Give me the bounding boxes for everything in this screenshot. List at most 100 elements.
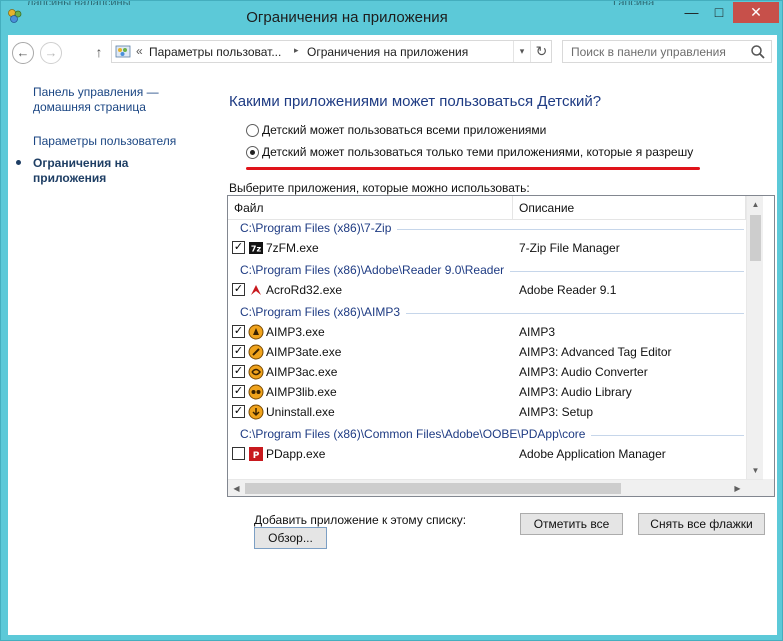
list-item[interactable]: ✓ AIMP3ac.exe AIMP3: Audio Converter [228, 362, 746, 382]
list-item[interactable]: ✓ AIMP3lib.exe AIMP3: Audio Library [228, 382, 746, 402]
address-bar[interactable]: « Параметры пользоват... ▸ Ограничения н… [111, 40, 552, 63]
scroll-thumb[interactable] [245, 483, 621, 494]
column-header-description[interactable]: Описание [519, 201, 574, 215]
maximize-button[interactable]: □ [706, 2, 732, 23]
list-item[interactable]: ✓ 7z 7zFM.exe 7-Zip File Manager [228, 238, 746, 258]
vertical-scrollbar[interactable]: ▲ ▼ [746, 196, 763, 479]
current-page-bullet [16, 160, 21, 165]
app-file-name: AcroRd32.exe [266, 283, 343, 297]
sidebar-item-control-panel-home[interactable]: Панель управления — домашняя страница [33, 85, 193, 115]
svg-text:7z: 7z [251, 245, 262, 254]
checkbox-checked[interactable]: ✓ [232, 385, 245, 398]
list-item[interactable]: ✓ AIMP3.exe AIMP3 [228, 322, 746, 342]
scroll-right-button[interactable]: ▶ [729, 480, 746, 496]
group-divider-line [397, 229, 744, 230]
back-button[interactable]: ← [12, 42, 34, 64]
group-path-label: C:\Program Files (x86)\Common Files\Adob… [240, 427, 586, 441]
app-list[interactable]: Файл Описание ˆ C:\Program Files (x86)\7… [227, 195, 775, 497]
list-item[interactable]: ✓ AIMP3ate.exe AIMP3: Advanced Tag Editor [228, 342, 746, 362]
search-icon[interactable] [750, 44, 766, 60]
checkbox-checked[interactable]: ✓ [232, 405, 245, 418]
add-app-label: Добавить приложение к этому списку: [254, 513, 467, 527]
minimize-button[interactable]: — [678, 2, 705, 23]
aimp-icon [248, 324, 264, 340]
aimp-tag-icon [248, 344, 264, 360]
app-file-name: Uninstall.exe [266, 405, 335, 419]
sidebar-item-app-restrictions[interactable]: Ограничения на приложения [33, 156, 163, 186]
group-path-label: C:\Program Files (x86)\AIMP3 [240, 305, 401, 319]
checkbox-checked[interactable]: ✓ [232, 345, 245, 358]
app-description: 7-Zip File Manager [519, 241, 620, 255]
clear-all-button[interactable]: Снять все флажки [638, 513, 765, 535]
app-list-caption: Выберите приложения, которые можно испол… [229, 181, 530, 195]
breadcrumb-user-settings[interactable]: Параметры пользоват... [149, 45, 281, 59]
horizontal-scrollbar[interactable]: ◀ ▶ [228, 479, 763, 496]
app-description: Adobe Reader 9.1 [519, 283, 617, 297]
list-item[interactable]: ✓ Uninstall.exe AIMP3: Setup [228, 402, 746, 422]
check-all-button[interactable]: Отметить все [520, 513, 623, 535]
forward-button[interactable]: → [40, 42, 62, 64]
list-body: C:\Program Files (x86)\7-Zip ✓ 7z 7zFM.exe 7… [228, 220, 746, 479]
pdapp-icon: P [249, 447, 263, 461]
search-input[interactable]: Поиск в панели управления [562, 40, 772, 63]
app-description: AIMP3: Audio Converter [519, 365, 648, 379]
checkbox-checked[interactable]: ✓ [232, 365, 245, 378]
adobe-reader-icon [249, 283, 263, 297]
address-dropdown-button[interactable]: ▾ [513, 41, 530, 62]
left-navigation-pane: Панель управления — домашняя страница Па… [8, 71, 208, 631]
window-title: Ограничения на приложения [246, 9, 448, 26]
checkbox-checked[interactable]: ✓ [232, 283, 245, 296]
annotation-underline [246, 167, 700, 170]
app-window: лапсины налапсины Гапсина Ограничения на… [0, 0, 783, 641]
group-divider-line [510, 271, 744, 272]
up-button[interactable]: ↑ [92, 43, 106, 61]
app-description: AIMP3 [519, 325, 556, 339]
group-divider-line [406, 313, 744, 314]
refresh-button[interactable]: ↻ [530, 41, 552, 62]
group-divider-line [591, 435, 744, 436]
close-button[interactable]: ✕ [733, 2, 779, 23]
svg-text:P: P [253, 451, 260, 461]
title-bar[interactable]: лапсины налапсины Гапсина Ограничения на… [1, 1, 782, 35]
window-content: ← → ↑ « Параметры пользоват... ▸ Огранич… [8, 35, 777, 635]
control-panel-icon [115, 45, 131, 58]
group-header[interactable]: C:\Program Files (x86)\Common Files\Adob… [228, 426, 746, 444]
scroll-down-button[interactable]: ▼ [747, 462, 764, 479]
scroll-left-button[interactable]: ◀ [228, 480, 245, 496]
sidebar-item-user-settings[interactable]: Параметры пользователя [33, 134, 176, 149]
group-header[interactable]: C:\Program Files (x86)\7-Zip [228, 220, 746, 238]
page-title: Какими приложениями может пользоваться Д… [229, 93, 602, 110]
scroll-thumb[interactable] [750, 215, 761, 261]
group-header[interactable]: C:\Program Files (x86)\AIMP3 [228, 304, 746, 322]
checkbox-checked[interactable]: ✓ [232, 325, 245, 338]
aimp-setup-icon [248, 404, 264, 420]
column-header-file[interactable]: Файл [234, 201, 264, 215]
radio-label[interactable]: Детский может пользоваться всеми приложе… [262, 123, 546, 137]
app-file-name: PDapp.exe [266, 447, 326, 461]
app-file-name: 7zFM.exe [266, 241, 319, 255]
title-ghost-text-right: Гапсина [613, 1, 673, 5]
scroll-up-button[interactable]: ▲ [747, 196, 764, 213]
app-description: AIMP3: Advanced Tag Editor [519, 345, 672, 359]
sort-indicator-icon: ˆ [702, 195, 705, 203]
column-divider[interactable] [512, 196, 513, 220]
app-description: AIMP3: Audio Library [519, 385, 632, 399]
app-description: Adobe Application Manager [519, 447, 666, 461]
radio-label[interactable]: Детский может пользоваться только теми п… [262, 145, 693, 159]
breadcrumb-app-restrictions[interactable]: Ограничения на приложения [307, 45, 468, 59]
list-header: Файл Описание ˆ [228, 196, 746, 220]
radio-button[interactable] [246, 124, 259, 137]
app-file-name: AIMP3ate.exe [266, 345, 342, 359]
group-path-label: C:\Program Files (x86)\Adobe\Reader 9.0\… [240, 263, 505, 277]
radio-button-selected[interactable] [246, 146, 259, 159]
breadcrumb-separator[interactable]: ▸ [294, 45, 299, 56]
7zip-icon: 7z [249, 242, 263, 254]
list-item[interactable]: ✓ AcroRd32.exe Adobe Reader 9.1 [228, 280, 746, 300]
list-item[interactable]: P PDapp.exe Adobe Application Manager [228, 444, 746, 464]
search-placeholder: Поиск в панели управления [571, 45, 726, 59]
breadcrumb-overflow[interactable]: « [136, 44, 143, 58]
browse-button[interactable]: Обзор... [254, 527, 327, 549]
checkbox-checked[interactable]: ✓ [232, 241, 245, 254]
checkbox-unchecked[interactable] [232, 447, 245, 460]
group-header[interactable]: C:\Program Files (x86)\Adobe\Reader 9.0\… [228, 262, 746, 280]
